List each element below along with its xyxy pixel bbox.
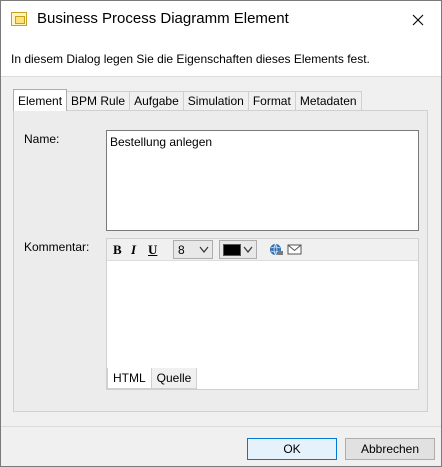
title-bar: Business Process Diagramm Element [1, 1, 441, 39]
tab-simulation[interactable]: Simulation [182, 91, 249, 111]
mail-icon[interactable] [287, 243, 302, 256]
tab-bpm-rule[interactable]: BPM Rule [66, 91, 131, 111]
editor-mode-tabs: HTML Quelle [107, 368, 198, 389]
chevron-down-icon [243, 246, 253, 253]
web-link-icon[interactable] [269, 243, 284, 256]
font-size-value: 8 [178, 243, 185, 257]
comment-editor: B I U 8 HTML Quelle [106, 238, 419, 390]
ok-button[interactable]: OK [247, 438, 337, 460]
button-bar: OK Abbrechen [1, 426, 441, 466]
cancel-button[interactable]: Abbrechen [345, 438, 435, 460]
name-field[interactable]: Bestellung anlegen [106, 130, 419, 231]
comment-label: Kommentar: [24, 240, 90, 254]
tab-format[interactable]: Format [247, 91, 296, 111]
tab-element[interactable]: Element [13, 89, 68, 111]
intro-text: In diesem Dialog legen Sie die Eigenscha… [11, 52, 370, 66]
tab-quelle[interactable]: Quelle [150, 368, 198, 389]
font-size-select[interactable]: 8 [173, 240, 213, 259]
italic-button[interactable]: I [131, 242, 136, 258]
editor-toolbar: B I U 8 [107, 239, 418, 261]
dialog-window: Business Process Diagramm Element In die… [0, 0, 442, 467]
comment-text-area[interactable] [107, 261, 418, 369]
bold-button[interactable]: B [113, 242, 122, 258]
tab-strip: Element BPM Rule Aufgabe Simulation Form… [13, 89, 362, 111]
name-label: Name: [24, 132, 60, 146]
diagram-element-icon [11, 12, 27, 26]
close-button[interactable] [395, 1, 441, 39]
tab-html[interactable]: HTML [107, 368, 152, 389]
tab-metadaten[interactable]: Metadaten [294, 91, 362, 111]
window-title: Business Process Diagramm Element [37, 10, 289, 27]
close-icon [412, 14, 424, 26]
font-color-select[interactable] [219, 240, 257, 259]
tab-aufgabe[interactable]: Aufgabe [129, 91, 184, 111]
chevron-down-icon [199, 246, 209, 253]
element-tab-panel: Name: Bestellung anlegen Kommentar: B I … [13, 110, 428, 412]
font-color-swatch [223, 244, 241, 256]
underline-button[interactable]: U [148, 242, 157, 258]
intro-banner: In diesem Dialog legen Sie die Eigenscha… [1, 39, 441, 77]
